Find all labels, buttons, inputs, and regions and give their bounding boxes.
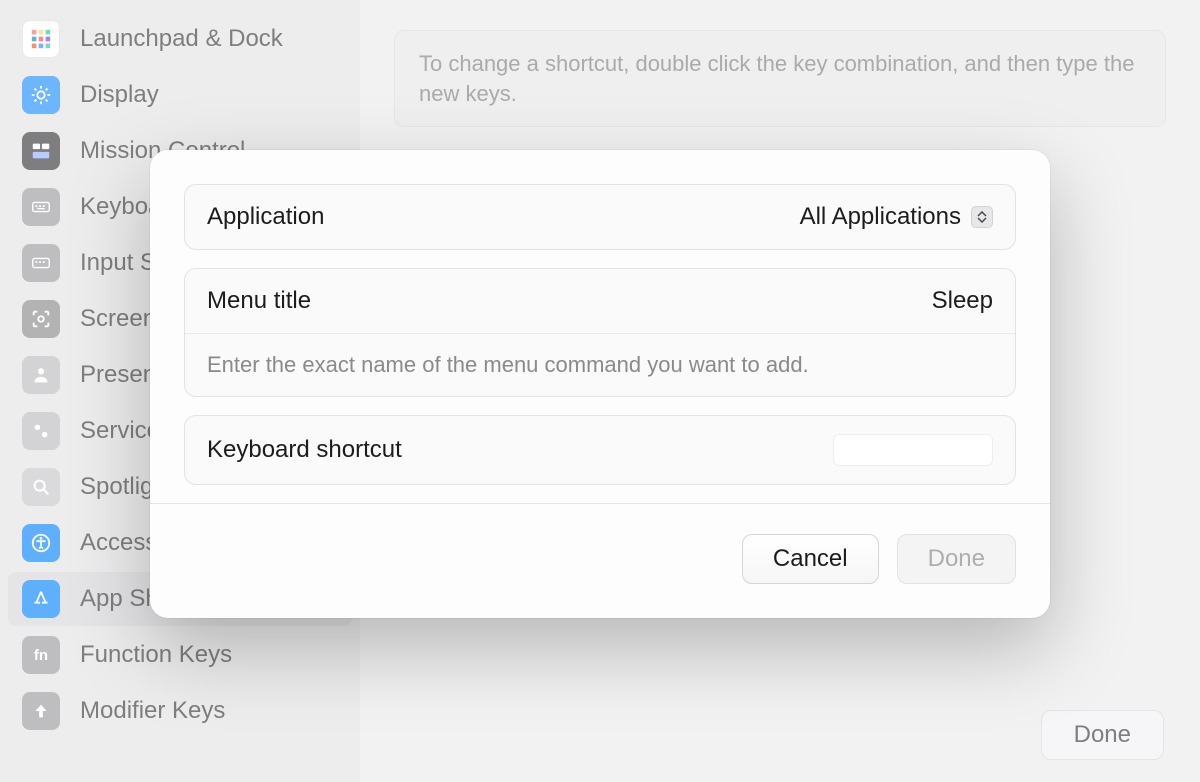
menu-title-value[interactable]: Sleep [932, 287, 993, 315]
up-down-chevron-icon [971, 206, 993, 228]
keyboard-shortcut-field-group: Keyboard shortcut [184, 415, 1016, 485]
menu-title-field-group: Menu title Sleep Enter the exact name of… [184, 268, 1016, 397]
done-button-label: Done [928, 545, 985, 572]
application-row[interactable]: Application All Applications [185, 185, 1015, 249]
application-value: All Applications [800, 203, 961, 231]
add-shortcut-sheet: Application All Applications Menu title … [150, 150, 1050, 618]
cancel-button-label: Cancel [773, 545, 848, 572]
menu-title-row[interactable]: Menu title Sleep [185, 269, 1015, 333]
sheet-footer: Cancel Done [150, 504, 1050, 618]
keyboard-shortcut-row[interactable]: Keyboard shortcut [185, 416, 1015, 484]
cancel-button[interactable]: Cancel [742, 534, 879, 584]
modal-backdrop: Application All Applications Menu title … [0, 0, 1200, 782]
done-button[interactable]: Done [897, 534, 1016, 584]
menu-title-label: Menu title [207, 287, 311, 315]
keyboard-shortcut-input[interactable] [833, 434, 993, 466]
keyboard-shortcut-label: Keyboard shortcut [207, 436, 402, 464]
application-field-group: Application All Applications [184, 184, 1016, 250]
application-label: Application [207, 203, 324, 231]
menu-title-hint: Enter the exact name of the menu command… [185, 333, 1015, 396]
application-popup[interactable]: All Applications [800, 203, 993, 231]
